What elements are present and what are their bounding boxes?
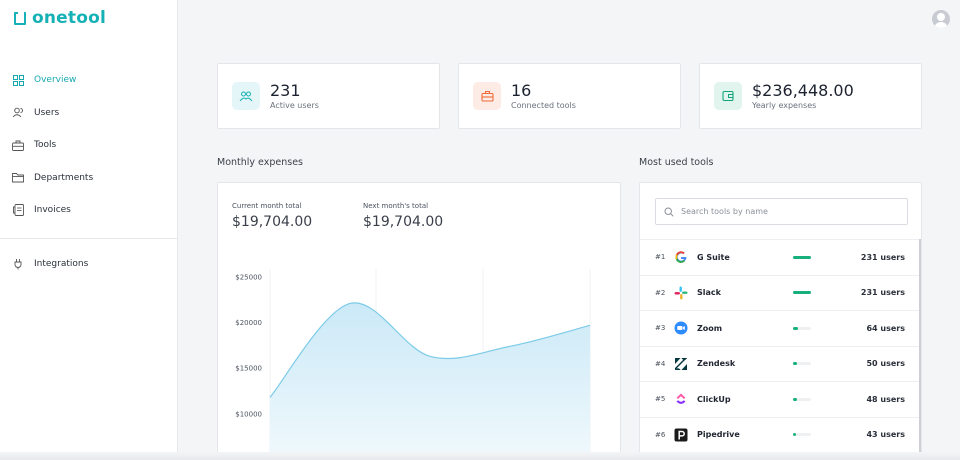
stat-label: Active users bbox=[270, 101, 319, 110]
sidebar-item-integrations[interactable]: Integrations bbox=[0, 248, 178, 281]
tool-rank: #2 bbox=[655, 288, 666, 297]
stat-value: $236,448.00 bbox=[752, 81, 854, 100]
y-tick-label: $10000 bbox=[235, 410, 262, 418]
most-used-tools-panel: #1 G Suite 231 users #2 Slack 231 users … bbox=[639, 182, 922, 460]
sidebar-item-overview[interactable]: Overview bbox=[0, 64, 178, 97]
sidebar-item-users[interactable]: Users bbox=[0, 97, 178, 130]
tool-list: #1 G Suite 231 users #2 Slack 231 users … bbox=[640, 239, 919, 452]
sidebar-item-label: Departments bbox=[34, 172, 94, 183]
most-used-tools-title: Most used tools bbox=[639, 157, 714, 168]
y-tick-label: $15000 bbox=[235, 365, 262, 373]
logo-text: onetool bbox=[32, 8, 107, 28]
stat-value: 231 bbox=[270, 81, 301, 100]
users-icon bbox=[232, 82, 260, 110]
search-icon bbox=[664, 202, 674, 221]
sidebar-divider bbox=[0, 237, 178, 239]
toolbox-icon bbox=[473, 82, 501, 110]
usage-bar bbox=[793, 326, 811, 330]
wallet-icon bbox=[714, 82, 742, 110]
y-tick-label: $25000 bbox=[235, 274, 262, 282]
tool-rank: #1 bbox=[655, 253, 666, 262]
clickup-logo-icon bbox=[674, 392, 688, 406]
stat-card-active-users: 231 Active users bbox=[217, 63, 440, 129]
usage-bar bbox=[793, 397, 811, 401]
sidebar: onetool Overview Users Tools Departments bbox=[0, 0, 178, 460]
avatar-head-shape bbox=[937, 13, 945, 21]
tool-rank: #4 bbox=[655, 359, 666, 368]
usage-bar bbox=[793, 433, 811, 437]
tool-name: Slack bbox=[697, 288, 721, 298]
sidebar-item-label: Invoices bbox=[34, 205, 71, 216]
tool-name: Pipedrive bbox=[697, 430, 740, 440]
tool-user-count: 48 users bbox=[866, 394, 905, 404]
usage-bar-fill bbox=[793, 291, 811, 295]
tool-user-count: 64 users bbox=[866, 323, 905, 333]
y-tick-label: $20000 bbox=[235, 319, 262, 327]
invoice-icon bbox=[12, 204, 24, 217]
page-bottom-edge bbox=[0, 452, 960, 460]
sidebar-item-label: Users bbox=[34, 107, 60, 118]
usage-bar-fill bbox=[793, 255, 811, 259]
usage-bar bbox=[793, 255, 811, 259]
search-input[interactable] bbox=[681, 207, 891, 216]
google-logo-icon bbox=[674, 250, 688, 264]
logo-mark-icon bbox=[14, 11, 26, 25]
avatar-body-shape bbox=[934, 22, 948, 28]
tool-list-scrollbar[interactable] bbox=[919, 239, 921, 460]
tool-row[interactable]: #1 G Suite 231 users bbox=[640, 239, 919, 275]
sidebar-nav: Overview Users Tools Departments Invoice… bbox=[0, 64, 178, 280]
tool-user-count: 231 users bbox=[860, 252, 905, 262]
tool-name: Zoom bbox=[697, 323, 723, 333]
tool-name: ClickUp bbox=[697, 394, 731, 404]
sidebar-item-invoices[interactable]: Invoices bbox=[0, 194, 178, 227]
monthly-expenses-title: Monthly expenses bbox=[217, 157, 303, 168]
users-icon bbox=[12, 107, 24, 119]
tool-rank: #6 bbox=[655, 430, 666, 439]
chart-area-fill bbox=[270, 302, 590, 460]
zendesk-logo-icon bbox=[674, 357, 688, 371]
stat-card-connected-tools: 16 Connected tools bbox=[458, 63, 681, 129]
sidebar-item-label: Tools bbox=[34, 140, 57, 151]
user-avatar[interactable] bbox=[932, 10, 950, 28]
tool-rank: #5 bbox=[655, 395, 666, 404]
tool-row[interactable]: #2 Slack 231 users bbox=[640, 274, 919, 311]
stat-card-yearly-expenses: $236,448.00 Yearly expenses bbox=[699, 63, 922, 129]
tool-row[interactable]: #4 Zendesk 50 users bbox=[640, 345, 919, 382]
usage-bar-fill bbox=[793, 362, 797, 366]
tool-rank: #3 bbox=[655, 324, 666, 333]
folder-icon bbox=[12, 172, 24, 184]
pipedrive-logo-icon bbox=[674, 428, 688, 442]
slack-logo-icon bbox=[674, 286, 688, 300]
usage-bar-fill bbox=[793, 433, 797, 437]
tool-user-count: 231 users bbox=[860, 288, 905, 298]
tool-row[interactable]: #5 ClickUp 48 users bbox=[640, 381, 919, 417]
sidebar-item-tools[interactable]: Tools bbox=[0, 129, 178, 162]
zoom-logo-icon bbox=[674, 321, 688, 335]
usage-bar-fill bbox=[793, 326, 799, 330]
usage-bar-fill bbox=[793, 397, 797, 401]
tool-name: G Suite bbox=[697, 252, 730, 262]
sidebar-item-label: Overview bbox=[34, 75, 77, 86]
monthly-expenses-panel: Current month total $19,704.00 Next mont… bbox=[217, 182, 621, 460]
sidebar-item-label: Integrations bbox=[34, 258, 89, 269]
usage-bar bbox=[793, 291, 811, 295]
expenses-area-chart: $25000$20000$15000$10000$5000 bbox=[235, 269, 591, 460]
usage-bar bbox=[793, 362, 811, 366]
tool-name: Zendesk bbox=[697, 359, 736, 369]
tool-row[interactable]: #3 Zoom 64 users bbox=[640, 310, 919, 346]
tool-user-count: 43 users bbox=[866, 430, 905, 440]
sidebar-item-departments[interactable]: Departments bbox=[0, 162, 178, 195]
tool-user-count: 50 users bbox=[866, 359, 905, 369]
grid-icon bbox=[12, 74, 24, 86]
app-logo[interactable]: onetool bbox=[14, 8, 106, 28]
toolbox-icon bbox=[12, 139, 24, 151]
tool-search-box[interactable] bbox=[655, 198, 908, 225]
stat-label: Connected tools bbox=[511, 101, 576, 110]
stat-value: 16 bbox=[511, 81, 532, 100]
stat-label: Yearly expenses bbox=[752, 101, 817, 110]
plug-icon bbox=[12, 258, 24, 270]
tool-row[interactable]: #6 Pipedrive 43 users bbox=[640, 416, 919, 453]
